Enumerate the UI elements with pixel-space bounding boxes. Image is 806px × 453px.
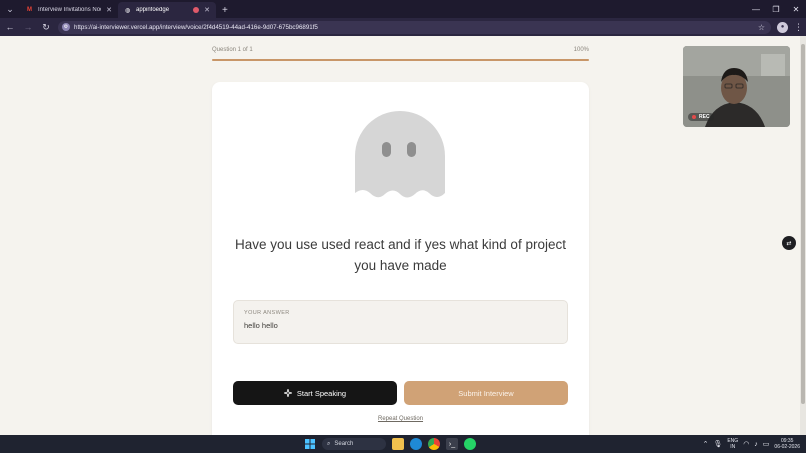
recording-indicator-icon	[193, 7, 200, 13]
tab-title: Interview Invitations Noodle Lo...	[38, 7, 101, 13]
tab-title: appinfoedge	[136, 7, 170, 13]
question-text: Have you use used react and if yes what …	[235, 237, 566, 273]
progress-percent: 100%	[573, 47, 589, 53]
profile-avatar-icon[interactable]: ●	[777, 21, 788, 33]
window-controls: — ❐ ✕	[746, 0, 806, 18]
progress-bar	[212, 59, 589, 61]
question-card: Have you use used react and if yes what …	[212, 82, 589, 435]
answer-box: YOUR ANSWER hello hello	[233, 300, 568, 344]
close-tab-icon[interactable]: ✕	[204, 6, 210, 14]
answer-label: YOUR ANSWER	[244, 310, 290, 316]
progress-header: Question 1 of 1 100%	[212, 47, 589, 53]
progress-bar-fill	[212, 59, 589, 61]
windows-start-icon[interactable]	[304, 438, 316, 450]
show-hidden-icons-icon[interactable]: ⌃	[703, 440, 709, 448]
close-tab-icon[interactable]: ✕	[106, 6, 112, 14]
minimize-icon[interactable]: —	[746, 5, 766, 14]
gmail-icon: M	[27, 7, 32, 13]
url-text[interactable]: https://ai-interviewer.vercel.app/interv…	[74, 24, 754, 31]
edge-browser-icon[interactable]	[410, 438, 422, 450]
region-code: IN	[730, 444, 736, 450]
page-scrollbar[interactable]	[800, 36, 806, 435]
back-icon[interactable]: ←	[4, 22, 16, 32]
wifi-icon[interactable]: ◠	[743, 440, 749, 448]
recording-badge: REC	[688, 113, 714, 121]
microphone-icon[interactable]: 🎙	[713, 440, 722, 448]
taskbar-search-label: Search	[334, 441, 354, 447]
site-info-icon[interactable]: ⚙	[62, 23, 70, 31]
volume-icon[interactable]: ♪	[754, 441, 758, 448]
forward-icon[interactable]: →	[22, 22, 34, 32]
search-icon: ⌕	[327, 440, 331, 447]
taskbar-search[interactable]: ⌕ Search	[322, 438, 386, 450]
sparkle-icon	[283, 389, 292, 397]
reload-icon[interactable]: ↻	[40, 22, 52, 33]
clock-date: 06-02-2026	[774, 444, 800, 450]
terminal-icon[interactable]: ›_	[446, 438, 458, 450]
page-viewport: Question 1 of 1 100% Have you use used r…	[0, 36, 800, 435]
file-explorer-icon[interactable]	[392, 438, 404, 450]
ghost-avatar-icon	[355, 111, 445, 198]
tab-search-chevron-icon[interactable]: ⌄	[2, 1, 18, 17]
question-counter: Question 1 of 1	[212, 47, 253, 53]
close-window-icon[interactable]: ✕	[786, 5, 806, 14]
floating-extension-icon[interactable]: ⇄	[782, 236, 796, 250]
browser-menu-icon[interactable]: ⋮	[794, 22, 803, 33]
chrome-browser-icon[interactable]	[428, 438, 440, 450]
submit-interview-label: Submit Interview	[458, 388, 514, 398]
repeat-question-link[interactable]: Repeat Question	[212, 416, 589, 422]
battery-icon[interactable]: ▭	[763, 440, 770, 448]
whatsapp-icon[interactable]	[464, 438, 476, 450]
browser-toolbar: ← → ↻ ⚙ https://ai-interviewer.vercel.ap…	[0, 18, 806, 36]
browser-tab-bar: ⌄ M Interview Invitations Noodle Lo... ✕…	[0, 0, 806, 18]
tab-appinfoedge[interactable]: ◍ appinfoedge ✕	[118, 2, 216, 18]
taskbar-apps: ⌕ Search ›_	[304, 435, 476, 453]
submit-interview-button[interactable]: Submit Interview	[404, 381, 568, 405]
language-indicator[interactable]: ENG IN	[727, 438, 738, 450]
maximize-icon[interactable]: ❐	[766, 5, 786, 14]
windows-taskbar: ⌕ Search ›_ ⌃ 🎙 ENG IN ◠ ♪ ▭ 09:35 06-02…	[0, 435, 806, 453]
scrollbar-thumb[interactable]	[801, 44, 805, 404]
rec-dot-icon	[692, 115, 696, 119]
tab-gmail[interactable]: M Interview Invitations Noodle Lo... ✕	[20, 2, 118, 18]
bookmark-star-icon[interactable]: ☆	[758, 23, 765, 32]
start-speaking-label: Start Speaking	[296, 388, 347, 398]
rec-label: REC	[699, 114, 710, 120]
clock[interactable]: 09:35 06-02-2026	[774, 438, 800, 450]
address-bar[interactable]: ⚙ https://ai-interviewer.vercel.app/inte…	[58, 20, 771, 34]
globe-icon: ◍	[124, 7, 131, 14]
system-tray: ⌃ 🎙 ENG IN ◠ ♪ ▭ 09:35 06-02-2026	[703, 435, 800, 453]
start-speaking-button[interactable]: Start Speaking	[233, 381, 397, 405]
answer-transcript: hello hello	[244, 321, 278, 330]
webcam-preview: REC	[683, 46, 790, 127]
new-tab-icon[interactable]: +	[216, 5, 234, 18]
